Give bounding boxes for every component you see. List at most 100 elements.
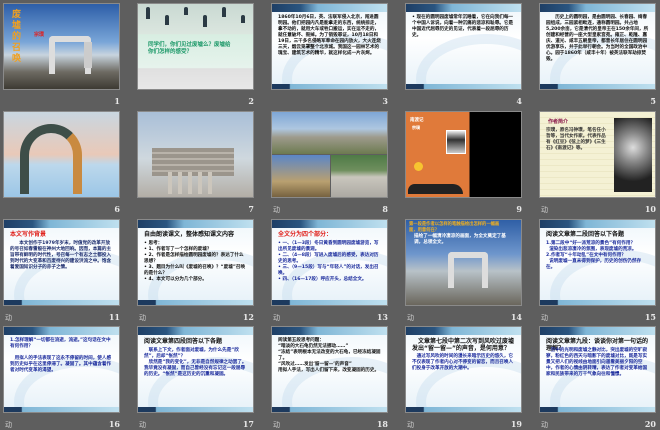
slide-body: 历史上的圆明园，是由圆明园、长春园、绮春园组成，三园紧相毗连，通称圆明园。共占地…: [546, 15, 649, 62]
slide-thumbnail[interactable]: [3, 111, 120, 198]
ruin-pillar-image: [84, 42, 92, 68]
slide-title: 废墟的召唤: [12, 10, 22, 64]
header-bar: [540, 4, 655, 12]
person-silhouette: [222, 7, 226, 17]
slide-thumbnail[interactable]: 作者简介 宗璞，原名冯钟璞，笔名任小哲等，当代女作家。代表作品有《红豆》《弦上的梦…: [539, 111, 656, 198]
golden-pillars-image: [272, 155, 330, 197]
background-swirl: [416, 34, 521, 89]
slide-thumbnail[interactable]: 历史上的圆明园，是由圆明园、长春园、绮春园组成，三园紧相毗连，通称圆明园。共占地…: [539, 3, 656, 90]
header-bar: [540, 327, 655, 335]
header-bar: [4, 327, 119, 335]
slide-thumbnail[interactable]: [137, 111, 254, 198]
book-author: 宗璞: [412, 125, 420, 130]
sun-icon: [414, 162, 423, 171]
slide-title: 文章第七段中第二次写到风吹过废墟发出“留一留—”的声音，是何用意？: [412, 338, 515, 352]
footer-bar: [272, 300, 387, 305]
person-silhouette: [241, 15, 245, 23]
header-bar: [406, 327, 521, 335]
pillars-image: [168, 172, 218, 194]
footer-bar: [272, 407, 387, 412]
slide-thumbnail[interactable]: 阅读第五段思考问题： “暗淡的大石龟仍然无法挪动……” “冻结”表明根本无法改变…: [271, 326, 388, 413]
slide-number: 9: [516, 204, 522, 214]
slide-thumbnail[interactable]: 1.怎样理解“一切都在流逝，流逝。”这句话在文中有何作用？ 用拟人的手法表现了这…: [3, 326, 120, 413]
slide-body: • 现在的圆明园废墟常年沉睡着，它在向我们每一个中国人诉说，向着一种沉痛的悲凉和…: [412, 15, 514, 38]
header-bar: [272, 220, 387, 228]
footer-bar: [4, 300, 119, 305]
footer-bar: [4, 407, 119, 412]
slide-body: • 一、（1—3段）冬日黄昏到圆明园废墟游览，写出所见废墟的景观。 • 二、（4…: [278, 241, 379, 282]
footer-bar: [540, 300, 655, 305]
book-title: 南渡记: [410, 118, 424, 123]
footer-bar: [406, 84, 521, 89]
header-bar: [406, 4, 521, 12]
silhouette-image: [408, 184, 463, 194]
slide-body: 1.第二段中“好一派荒凉的景色”有何作用？ 渲染出悲凉凄冷的氛围，表现废墟的荒凉…: [546, 241, 642, 270]
slide-body: 通过写风吹的时间的漫长来暗示历史的悠久，它不仅表现了作者内心对不停变的留恋，而且…: [412, 354, 514, 371]
slide-body: 联系上下文，作者面对废墟，为什么先是“欣然”，后却“怅然”？ 欣然是“我的变化”…: [144, 348, 247, 377]
slide-title: 自由朗读课文，整体感知课文内容: [144, 231, 235, 238]
slide-body: 阅读第五段思考问题： “暗淡的大石龟仍然无法挪动……” “冻结”表明根本无法改变…: [278, 338, 381, 373]
slide-body: • 思考： • 1、作者写了一个怎样的废墟？ • 2、作者是怎样描绘圆明园废墟的…: [144, 241, 246, 282]
slide-body: 描绘了一幅清冷凄凉的画面，为全文奠定了基调，总领全文。: [414, 234, 506, 245]
slide-body: 1860年10月6日，英、法联军侵入北京，闯进圆明园。他们把园内凡是能拿走的东西…: [278, 15, 381, 56]
slide-thumbnail[interactable]: 1860年10月6日，英、法联军侵入北京，闯进圆明园。他们把园内凡是能拿走的东西…: [271, 3, 388, 90]
author-portrait: [446, 130, 466, 154]
slide-thumbnail[interactable]: 全文分为四个部分： • 一、（1—3段）冬日黄昏到圆明园废墟游览，写出所见废墟的景…: [271, 219, 388, 306]
slide-number: 6: [114, 204, 120, 214]
slide-number: 2: [248, 96, 254, 106]
slide-thumbnail[interactable]: 同学们，你们见过废墟么？废墟给你们怎样的感受？: [137, 3, 254, 90]
footer-bar: [540, 84, 655, 89]
slide-thumbnail[interactable]: 阅读文章第九段：谈谈你对第一句话的理解？ 空中的光明和废墟之静对比，突出废墟的空…: [539, 326, 656, 413]
slide-number: 4: [516, 96, 522, 106]
header-bar: [138, 220, 253, 228]
header-bar: [540, 220, 655, 228]
footer-bar: [138, 407, 253, 412]
slide-number: 3: [382, 96, 388, 106]
header-bar: [138, 327, 253, 335]
person-silhouette: [165, 15, 169, 25]
slide-thumbnail[interactable]: 第一段是作者以怎样的笔触描绘出怎样的一幅画面，用意何在？ 描绘了一幅清冷凄凉的画面…: [405, 219, 522, 306]
slide-number: 1: [114, 96, 120, 106]
slide-thumbnail[interactable]: 阅读文章第四段回答以下各题 联系上下文，作者面对废墟，为什么先是“欣然”，后却“…: [137, 326, 254, 413]
person-silhouette: [184, 7, 188, 15]
slide-title: 阅读文章第四段回答以下各题: [144, 338, 223, 345]
slide-number: 11: [108, 312, 120, 322]
author-photo: [614, 118, 652, 192]
slide-number: 10: [644, 204, 656, 214]
slide-title: 第一段是作者以怎样的笔触描绘出怎样的一幅画面，用意何在？: [409, 222, 500, 233]
slide-title: 本文写作背景: [10, 231, 47, 238]
slide-thumbnail[interactable]: 南渡记 宗璞: [405, 111, 522, 198]
slide-number: 14: [510, 312, 522, 322]
slide-number: 5: [650, 96, 656, 106]
slide-body: 1.怎样理解“一切都在流逝，流逝。”这句话在文中有何作用？ 用拟人的手法表现了这…: [10, 338, 112, 373]
person-silhouette: [146, 7, 150, 19]
slide-title: 全文分为四个部分：: [278, 231, 333, 238]
slide-thumbnail[interactable]: 阅读文章第二段回答以下各题 1.第二段中“好一派荒凉的景色”有何作用？ 渲染出悲凉…: [539, 219, 656, 306]
ruins-panorama-image: [272, 112, 387, 154]
header-bar: [272, 327, 387, 335]
slide-thumbnail[interactable]: 文章第七段中第二次写到风吹过废墟发出“留一留—”的声音，是何用意？ 通过写风吹的…: [405, 326, 522, 413]
slide-body: 空中的光明和废墟之静对比，突出废墟的空旷寂寥，粉红色的西天与暗影下的废墟对比，既…: [546, 348, 648, 377]
slide-number: 12: [242, 312, 254, 322]
slide-body: 宗璞，原名冯钟璞，笔名任小哲等，当代女作家。代表作品有《红豆》《弦上的梦》《三生…: [546, 128, 606, 151]
slide-thumbnail[interactable]: 本文写作背景 本文创作于1979年岁末，时值党的改革开放的号召如春雷般在神州大地…: [3, 219, 120, 306]
stone-arch-image: [20, 124, 82, 194]
stone-columns-image: [331, 155, 387, 197]
person-silhouette: [203, 15, 207, 27]
footer-bar: [540, 407, 655, 412]
footer-bar: [272, 84, 387, 89]
ruin-arch-image: [448, 252, 488, 288]
slide-title: 同学们，你们见过废墟么？废墟给你们怎样的感受？: [148, 42, 231, 55]
slide-thumbnail[interactable]: 自由朗读课文，整体感知课文内容 • 思考： • 1、作者写了一个怎样的废墟？ • …: [137, 219, 254, 306]
header-bar: [272, 4, 387, 12]
slide-thumbnail[interactable]: [271, 111, 388, 198]
slide-title: 阅读文章第二段回答以下各题: [546, 231, 625, 238]
footer-bar: [138, 300, 253, 305]
author-name: 宗璞: [34, 32, 45, 38]
slide-body: 本文创作于1979年岁末，时值党的改革开放的号召如春雷般在神州大地回响。因而，本…: [10, 241, 112, 270]
slide-number: 13: [376, 312, 388, 322]
slide-number: 8: [382, 204, 388, 214]
header-bar: [4, 220, 119, 228]
slide-thumbnail[interactable]: 废墟的召唤 宗璞: [3, 3, 120, 90]
slide-thumbnail[interactable]: • 现在的圆明园废墟常年沉睡着，它在向我们每一个中国人诉说，向着一种沉痛的悲凉和…: [405, 3, 522, 90]
